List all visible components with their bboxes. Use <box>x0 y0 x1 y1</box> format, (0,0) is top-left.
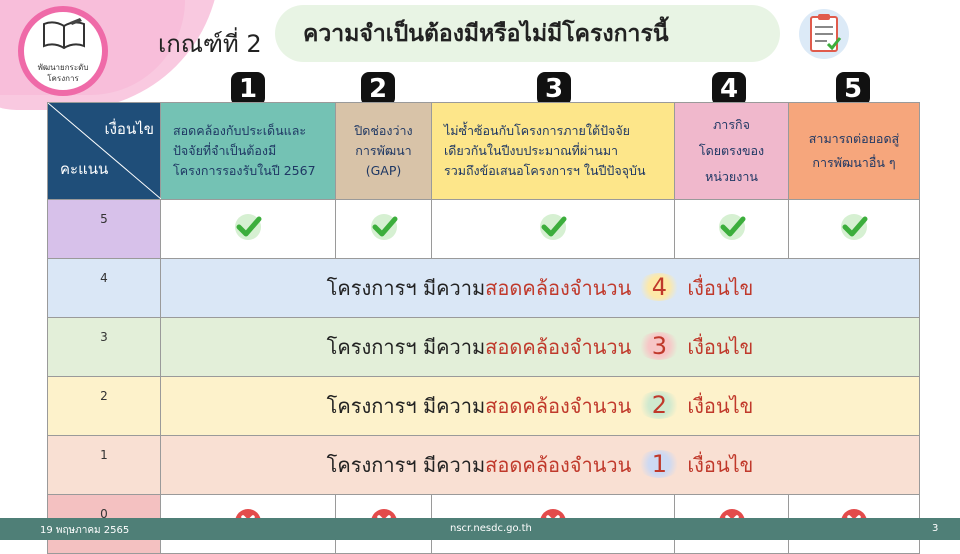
score-cell: 4 <box>47 258 161 318</box>
header-line: รวมถึงข้อเสนอโครงการฯ ในปีปัจจุบัน <box>444 163 646 178</box>
check-cell <box>674 199 789 259</box>
header-line: ปัจจัยที่จำเป็นต้องมี <box>173 143 277 158</box>
header-line: การพัฒนา <box>355 143 412 158</box>
check-icon <box>540 214 567 240</box>
message-prefix: โครงการฯ มีความ <box>326 335 486 359</box>
message-prefix: โครงการฯ มีความ <box>326 394 486 418</box>
score-rows: 5 4 โครงการฯ มีความสอดคล้องจำนวน 4 เงื่อนไข 3… <box>47 199 920 554</box>
header-condition-5: สามารถต่อยอดสู่ การพัฒนาอื่น ๆ <box>788 102 920 200</box>
message-prefix: โครงการฯ มีความ <box>326 276 486 300</box>
header-line: หน่วยงาน <box>705 169 758 184</box>
criteria-label: เกณฑ์ที่ 2 <box>158 30 262 58</box>
book-icon <box>43 18 85 50</box>
message-prefix: โครงการฯ มีความ <box>326 453 486 477</box>
header-line: ภารกิจ <box>713 117 750 132</box>
header-line: การพัฒนาอื่น ๆ <box>812 155 896 170</box>
condition-message: โครงการฯ มีความสอดคล้องจำนวน 4 เงื่อนไข <box>160 258 920 318</box>
score-row-4: 4 โครงการฯ มีความสอดคล้องจำนวน 4 เงื่อนไข <box>47 258 920 318</box>
header-condition-1: สอดคล้องกับประเด็นและ ปัจจัยที่จำเป็นต้อ… <box>160 102 336 200</box>
criteria-table: เงื่อนไข คะแนน สอดคล้องกับประเด็นและ ปัจ… <box>47 102 920 554</box>
condition-count: 4 <box>637 273 682 301</box>
column-number-4: 4 <box>712 72 746 106</box>
score-cell: 2 <box>47 376 161 436</box>
check-cell <box>431 199 675 259</box>
condition-count: 2 <box>637 391 682 419</box>
footer-site: nscr.nesdc.go.th <box>450 523 532 534</box>
message-suffix: เงื่อนไข <box>687 453 754 477</box>
header-line: โครงการรองรับในปี 2567 <box>173 163 316 178</box>
check-cell <box>160 199 336 259</box>
checklist-clipboard-icon <box>799 9 849 59</box>
check-icon <box>235 214 262 240</box>
check-icon <box>370 214 397 240</box>
score-cell: 5 <box>47 199 161 259</box>
score-row-5: 5 <box>47 199 920 259</box>
table-header-row: เงื่อนไข คะแนน สอดคล้องกับประเด็นและ ปัจ… <box>47 102 920 200</box>
message-highlight: สอดคล้องจำนวน <box>485 335 632 359</box>
header-line: สอดคล้องกับประเด็นและ <box>173 123 307 138</box>
header-line: เดียวกันในปีงบประมาณที่ผ่านมา <box>444 143 619 158</box>
score-cell: 1 <box>47 435 161 495</box>
check-cell <box>788 199 920 259</box>
logo-text-line2: โครงการ <box>47 74 79 83</box>
condition-message: โครงการฯ มีความสอดคล้องจำนวน 2 เงื่อนไข <box>160 376 920 436</box>
corner-label-score: คะแนน <box>60 160 109 178</box>
score-row-1: 1 โครงการฯ มีความสอดคล้องจำนวน 1 เงื่อนไข <box>47 435 920 495</box>
header-line: สามารถต่อยอดสู่ <box>808 131 900 146</box>
condition-count: 1 <box>637 450 682 478</box>
message-suffix: เงื่อนไข <box>687 394 754 418</box>
message-suffix: เงื่อนไข <box>687 276 754 300</box>
footer-page-number: 3 <box>932 523 939 534</box>
column-number-3: 3 <box>537 72 571 106</box>
header-condition-4: ภารกิจ โดยตรงของ หน่วยงาน <box>674 102 789 200</box>
footer-bar: 19 พฤษภาคม 2565 nscr.nesdc.go.th 3 <box>0 518 960 540</box>
message-highlight: สอดคล้องจำนวน <box>485 394 632 418</box>
check-icon <box>718 214 745 240</box>
condition-message: โครงการฯ มีความสอดคล้องจำนวน 1 เงื่อนไข <box>160 435 920 495</box>
column-number-1: 1 <box>231 72 265 106</box>
message-highlight: สอดคล้องจำนวน <box>485 276 632 300</box>
check-cell <box>335 199 432 259</box>
score-cell: 3 <box>47 317 161 377</box>
header-line: ปิดช่องว่าง <box>354 123 413 138</box>
footer-date: 19 พฤษภาคม 2565 <box>40 525 130 536</box>
column-number-5: 5 <box>836 72 870 106</box>
header-condition-2: ปิดช่องว่าง การพัฒนา (GAP) <box>335 102 432 200</box>
table-corner-cell: เงื่อนไข คะแนน <box>47 102 161 200</box>
message-suffix: เงื่อนไข <box>687 335 754 359</box>
page-title: ความจำเป็นต้องมีหรือไม่มีโครงการนี้ <box>275 5 780 62</box>
header-line: โดยตรงของ <box>698 143 765 158</box>
condition-count: 3 <box>637 332 682 360</box>
header-line: (GAP) <box>365 163 402 178</box>
project-logo: พัฒนายกระดับ โครงการ <box>18 6 108 96</box>
column-number-2: 2 <box>361 72 395 106</box>
check-icon <box>841 214 868 240</box>
header-condition-3: ไม่ซ้ำซ้อนกับโครงการภายใต้ปัจจัย เดียวกั… <box>431 102 675 200</box>
score-row-3: 3 โครงการฯ มีความสอดคล้องจำนวน 3 เงื่อนไข <box>47 317 920 377</box>
header-line: ไม่ซ้ำซ้อนกับโครงการภายใต้ปัจจัย <box>444 123 630 138</box>
condition-message: โครงการฯ มีความสอดคล้องจำนวน 3 เงื่อนไข <box>160 317 920 377</box>
corner-label-condition: เงื่อนไข <box>104 120 154 138</box>
message-highlight: สอดคล้องจำนวน <box>485 453 632 477</box>
score-row-2: 2 โครงการฯ มีความสอดคล้องจำนวน 2 เงื่อนไข <box>47 376 920 436</box>
logo-text-line1: พัฒนายกระดับ <box>37 63 89 72</box>
page-title-text: ความจำเป็นต้องมีหรือไม่มีโครงการนี้ <box>303 20 669 47</box>
